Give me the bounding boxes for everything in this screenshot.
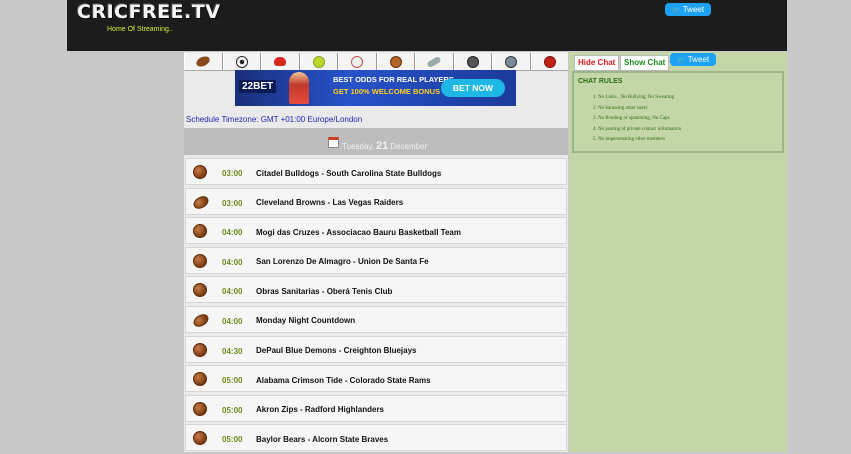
baseball-icon (351, 55, 364, 68)
cricket-ball-icon (543, 55, 556, 68)
basketball-icon (193, 224, 207, 239)
tab-basketball[interactable] (376, 53, 415, 70)
match-title[interactable]: San Lorenzo De Almagro - Union De Santa … (256, 257, 429, 266)
tweet-label: Tweet (687, 55, 710, 64)
match-title[interactable]: Baylor Bears - Alcorn State Braves (256, 435, 388, 444)
tab-american-football[interactable] (184, 53, 223, 70)
chat-rule-item: No Links , No Bullying, No Swearing (598, 93, 681, 104)
match-row[interactable]: 04:00 Obras Sanitarias - Oberá Tenis Club (185, 276, 567, 304)
match-row[interactable]: 04:00 San Lorenzo De Almagro - Union De S… (185, 246, 567, 274)
match-row[interactable]: 03:00 Cleveland Browns - Las Vegas Raider… (185, 187, 567, 215)
site-header: CRICFREE.TV Home Of Streaming.. 🐦 Tweet (67, 0, 787, 51)
match-time: 05:00 (222, 405, 243, 415)
site-tagline: Home Of Streaming.. (107, 26, 173, 33)
ad-banner[interactable]: 22BET BEST ODDS FOR REAL PLAYERS GET 100… (235, 70, 516, 106)
banner-brand: 22BET (239, 80, 277, 93)
match-time: 04:00 (222, 287, 243, 297)
basketball-icon (193, 401, 207, 416)
basketball-icon (193, 372, 207, 387)
match-row[interactable]: 05:00 Baylor Bears - Alcorn State Braves (185, 424, 567, 452)
tweet-label: Tweet (682, 5, 705, 14)
match-time: 04:00 (222, 316, 243, 326)
match-row[interactable]: 04:00 Monday Night Countdown (185, 305, 567, 333)
basketball-icon (193, 253, 207, 268)
match-row[interactable]: 05:00 Akron Zips - Radford Highlanders (185, 394, 567, 422)
schedule-date: Tuesday, 21 December (342, 140, 427, 152)
tab-baseball[interactable] (338, 53, 377, 70)
twitter-bird-icon: 🐦 (677, 57, 686, 64)
match-time: 04:00 (222, 257, 243, 267)
match-title[interactable]: Akron Zips - Radford Highlanders (256, 405, 384, 414)
chat-rules-title: CHAT RULES (578, 78, 623, 85)
banner-subheadline: GET 100% WELCOME BONUS (333, 87, 441, 96)
basketball-icon (389, 55, 402, 68)
match-row[interactable]: 03:00 Citadel Bulldogs - South Carolina S… (185, 158, 567, 185)
banner-headline: BEST ODDS FOR REAL PLAYERS (333, 75, 454, 84)
match-row[interactable]: 05:00 Alabama Crimson Tide - Colorado Sta… (185, 365, 567, 393)
schedule-timezone: Schedule Timezone: GMT +01:00 Europe/Lon… (186, 115, 363, 124)
chat-panel: Hide Chat Show Chat 🐦Tweet CHAT RULES No… (569, 52, 787, 452)
sports-nav (184, 53, 568, 71)
chat-rule-item: No flooding or spamming, No Caps (598, 114, 681, 125)
match-time: 05:00 (222, 435, 243, 445)
match-row[interactable]: 04:00 Mogi das Cruzes - Associacao Bauru … (185, 217, 567, 245)
show-chat-button[interactable]: Show Chat (620, 55, 670, 71)
tab-soccer[interactable] (222, 53, 261, 70)
soccer-ball-icon (235, 55, 248, 68)
match-time: 04:00 (222, 228, 243, 238)
chat-rule-item: No impersonating other members (598, 135, 681, 146)
tab-boxing[interactable] (261, 53, 300, 70)
banner-player-image (289, 72, 309, 104)
basketball-icon (193, 283, 207, 298)
match-time: 04:30 (222, 346, 243, 356)
match-title[interactable]: Cleveland Browns - Las Vegas Raiders (256, 198, 403, 207)
date-weekday: Tuesday, (342, 142, 375, 151)
tab-tennis[interactable] (299, 53, 338, 70)
chat-rules-box: CHAT RULES No Links , No Bullying, No Sw… (572, 71, 784, 153)
match-row[interactable]: 04:30 DePaul Blue Demons - Creighton Blue… (185, 335, 567, 363)
date-month: December (390, 142, 428, 151)
match-time: 03:00 (222, 169, 243, 178)
schedule-panel: 22BET BEST ODDS FOR REAL PLAYERS GET 100… (184, 52, 568, 452)
rugby-helmet-icon (466, 55, 479, 68)
basketball-icon (193, 165, 207, 179)
site-logo[interactable]: CRICFREE.TV (77, 1, 221, 23)
bet-now-button[interactable]: BET NOW (441, 79, 505, 97)
american-football-icon (191, 193, 211, 211)
chat-rule-item: No harassing other users (598, 104, 681, 115)
match-title[interactable]: Monday Night Countdown (256, 316, 355, 325)
twitter-bird-icon: 🐦 (672, 7, 681, 14)
american-football-icon (195, 54, 212, 69)
basketball-icon (193, 431, 207, 446)
hockey-logo-icon (505, 55, 518, 68)
tennis-ball-icon (312, 55, 325, 68)
tab-badminton[interactable] (415, 53, 454, 70)
match-title[interactable]: Obras Sanitarias - Oberá Tenis Club (256, 287, 392, 296)
match-title[interactable]: Alabama Crimson Tide - Colorado State Ra… (256, 376, 431, 385)
match-title[interactable]: DePaul Blue Demons - Creighton Bluejays (256, 346, 416, 355)
tab-rugby[interactable] (453, 53, 492, 70)
match-title[interactable]: Citadel Bulldogs - South Carolina State … (256, 169, 441, 178)
match-title[interactable]: Mogi das Cruzes - Associacao Bauru Baske… (256, 228, 461, 237)
hide-chat-button[interactable]: Hide Chat (574, 55, 620, 71)
date-day: 21 (376, 140, 389, 152)
tab-ice-hockey[interactable] (492, 53, 531, 70)
match-list: 03:00 Citadel Bulldogs - South Carolina S… (184, 158, 568, 454)
tab-cricket[interactable] (530, 53, 569, 70)
chat-rules-list: No Links , No Bullying, No SwearingNo ha… (574, 93, 681, 146)
boxing-glove-icon (274, 57, 287, 66)
chat-rule-item: No posting of private contact informatio… (598, 125, 681, 136)
calendar-icon (328, 137, 339, 148)
match-time: 03:00 (222, 198, 243, 208)
header-tweet-button[interactable]: 🐦 Tweet (665, 3, 712, 16)
chat-tweet-button[interactable]: 🐦 Tweet (670, 53, 717, 66)
american-football-icon (191, 311, 211, 330)
match-time: 05:00 (222, 376, 243, 386)
basketball-icon (193, 342, 207, 357)
shuttlecock-icon (426, 55, 442, 68)
